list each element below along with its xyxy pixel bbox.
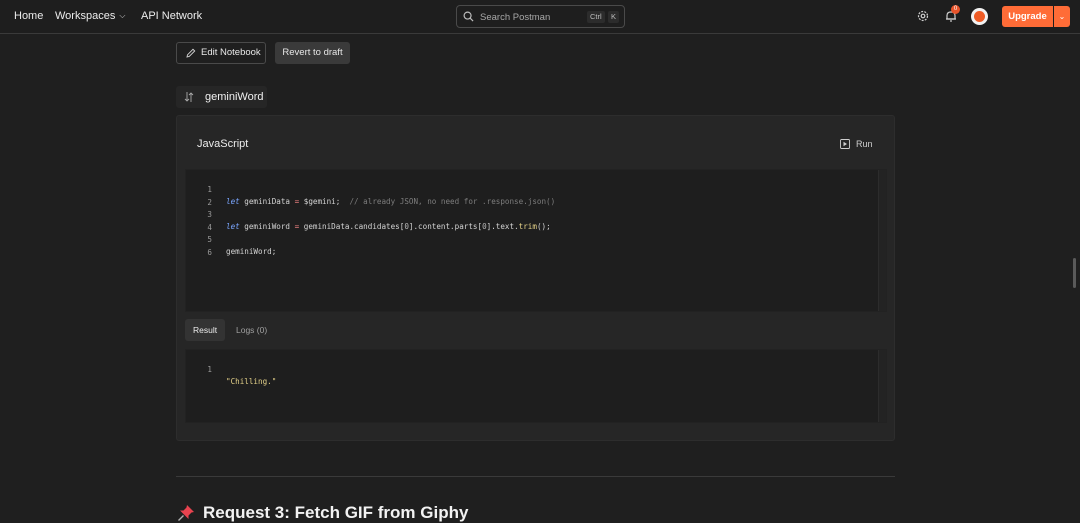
code-line: 5 geminiWord; — [186, 222, 276, 256]
expression: ].text. — [486, 222, 519, 231]
revert-to-draft-button[interactable]: Revert to draft — [275, 42, 350, 64]
expression: geminiData.candidates[ — [299, 222, 405, 231]
chevron-down-icon: ⌄ — [1058, 12, 1066, 21]
code-line: 4 — [186, 210, 213, 232]
language-label: JavaScript — [197, 138, 249, 150]
search-icon — [463, 11, 474, 22]
settings-icon[interactable] — [916, 9, 930, 23]
result-scrollbar[interactable] — [878, 350, 886, 422]
code-line: 3 let geminiWord = geminiData.candidates… — [186, 197, 550, 231]
swap-arrows-icon — [184, 92, 194, 102]
keyword: let — [226, 222, 240, 231]
result-line: 1 "Chilling." — [186, 352, 276, 386]
variable: geminiWord — [239, 222, 295, 231]
code-block-card: JavaScript Run 1 let geminiData = $gemin… — [176, 115, 895, 441]
shortcut-k: K — [608, 11, 620, 23]
edit-notebook-button[interactable]: Edit Notebook — [176, 42, 266, 64]
result-output: 1 "Chilling." — [185, 349, 887, 423]
code-line: 6 — [186, 235, 213, 257]
avatar-image — [974, 11, 985, 22]
edit-notebook-label: Edit Notebook — [201, 47, 261, 58]
nav-workspaces-label: Workspaces — [55, 10, 116, 22]
expression: (); — [536, 222, 551, 231]
expression: geminiWord; — [226, 247, 277, 256]
editor-scrollbar[interactable] — [878, 170, 886, 311]
search-input[interactable]: Search Postman Ctrl K — [456, 5, 625, 28]
variable: geminiData — [239, 197, 295, 206]
pencil-icon — [186, 48, 196, 58]
upgrade-dropdown-button[interactable]: ⌄ — [1054, 6, 1070, 27]
block-name: geminiWord — [205, 91, 264, 103]
tab-logs[interactable]: Logs (0) — [228, 319, 278, 341]
avatar[interactable] — [971, 8, 988, 25]
chevron-down-icon: ⌵ — [119, 11, 126, 20]
tab-result[interactable]: Result — [185, 319, 225, 341]
section-divider — [176, 476, 895, 477]
pushpin-icon — [178, 505, 194, 521]
expression: ].content.parts[ — [408, 222, 483, 231]
result-value: "Chilling." — [226, 377, 277, 386]
expression: $gemini; — [299, 197, 350, 206]
block-name-chip[interactable]: geminiWord — [176, 86, 267, 108]
nav-api-network[interactable]: API Network — [141, 10, 202, 22]
nav-home[interactable]: Home — [14, 10, 43, 22]
top-bar: Home Workspaces ⌵ API Network Search Post… — [0, 0, 1080, 34]
notification-badge: 0 — [951, 5, 960, 14]
upgrade-button[interactable]: Upgrade — [1002, 6, 1053, 27]
nav-workspaces[interactable]: Workspaces ⌵ — [55, 10, 125, 22]
comment: // already JSON, no need for .response.j… — [349, 197, 556, 206]
code-line: 2 — [186, 185, 213, 207]
section-heading: Request 3: Fetch GIF from Giphy — [203, 503, 469, 522]
shortcut-ctrl: Ctrl — [587, 11, 605, 23]
line-number: 6 — [207, 247, 212, 257]
page-scrollbar-thumb[interactable] — [1073, 258, 1076, 288]
code-line: 1 let geminiData = $gemini; // already J… — [186, 172, 555, 206]
play-icon[interactable] — [840, 139, 850, 149]
code-editor[interactable]: 1 let geminiData = $gemini; // already J… — [185, 169, 887, 312]
search-placeholder: Search Postman — [480, 12, 551, 23]
keyword: let — [226, 197, 240, 206]
line-number: 1 — [207, 365, 212, 374]
function-name: trim — [518, 222, 537, 231]
run-button[interactable]: Run — [856, 139, 873, 149]
